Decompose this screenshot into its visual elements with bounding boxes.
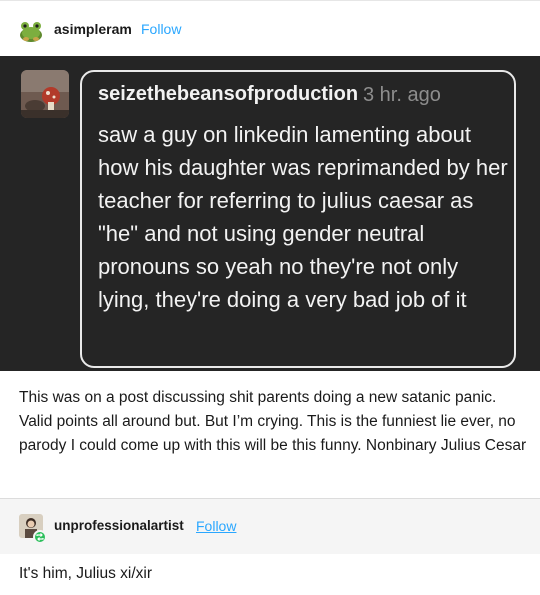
author-avatar-frog-icon[interactable] — [18, 17, 44, 43]
quoted-user-avatar — [21, 70, 69, 118]
reblog-icon — [33, 530, 47, 544]
post-author-name[interactable]: asimpleram — [54, 21, 132, 37]
post-caption: This was on a post discussing shit paren… — [19, 389, 527, 454]
quoted-message-text: saw a guy on linkedin lamenting about ho… — [98, 122, 508, 312]
follow-button[interactable]: Follow — [141, 21, 181, 37]
reblog-header: unprofessionalartist Follow — [0, 499, 540, 554]
reblog-text: It's him, Julius xi/xir — [19, 565, 153, 582]
quoted-timestamp: 3 hr. ago — [363, 84, 441, 106]
quoted-screenshot: seizethebeansofproduction 3 hr. ago saw … — [0, 56, 540, 371]
quoted-username: seizethebeansofproduction — [98, 83, 359, 105]
reblog-follow-button[interactable]: Follow — [196, 518, 236, 534]
reblog-author-name[interactable]: unprofessionalartist — [54, 518, 184, 533]
quoted-message-bubble: seizethebeansofproduction 3 hr. ago saw … — [80, 70, 516, 368]
post-header: asimpleram Follow — [0, 0, 540, 56]
